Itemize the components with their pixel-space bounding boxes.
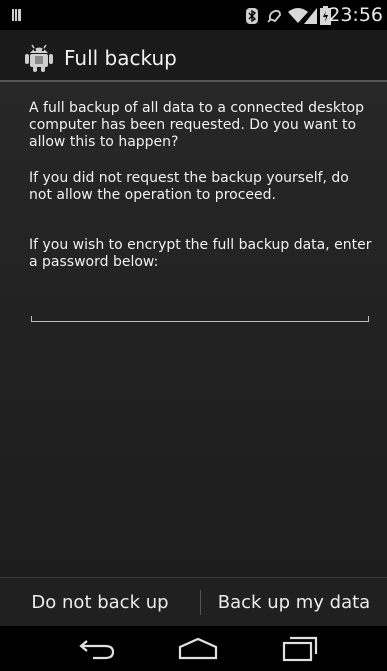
page-title: Full backup	[64, 46, 177, 70]
field-underline-right	[368, 316, 369, 322]
encrypt-instructions: If you wish to encrypt the full backup d…	[29, 237, 372, 270]
field-underline-left	[31, 316, 32, 322]
android-robot-icon	[25, 44, 53, 72]
button-bar: Do not back up Back up my data	[0, 577, 387, 626]
warning-message: If you did not request the backup yourse…	[29, 170, 349, 203]
password-field[interactable]	[31, 300, 369, 322]
dialog-content: A full backup of all data to a connected…	[0, 82, 387, 577]
action-bar: Full backup	[0, 30, 387, 82]
home-icon	[178, 637, 218, 660]
recents-button[interactable]	[270, 632, 330, 666]
bluetooth-icon	[246, 8, 258, 24]
navigation-bar	[0, 626, 387, 671]
home-button[interactable]	[168, 632, 228, 666]
clock: 23:56	[328, 4, 383, 26]
notification-icon	[10, 9, 23, 21]
signal-icon	[304, 8, 317, 24]
do-not-back-up-button[interactable]: Do not back up	[0, 578, 200, 627]
screen: 23:56 Full backup A full backup of all d…	[0, 0, 387, 671]
back-icon	[79, 640, 115, 660]
back-button[interactable]	[67, 632, 127, 666]
recents-icon	[282, 636, 318, 662]
status-bar: 23:56	[0, 0, 387, 30]
back-up-my-data-button[interactable]: Back up my data	[201, 578, 387, 627]
backup-request-message: A full backup of all data to a connected…	[29, 100, 364, 150]
alarm-icon	[267, 9, 281, 23]
